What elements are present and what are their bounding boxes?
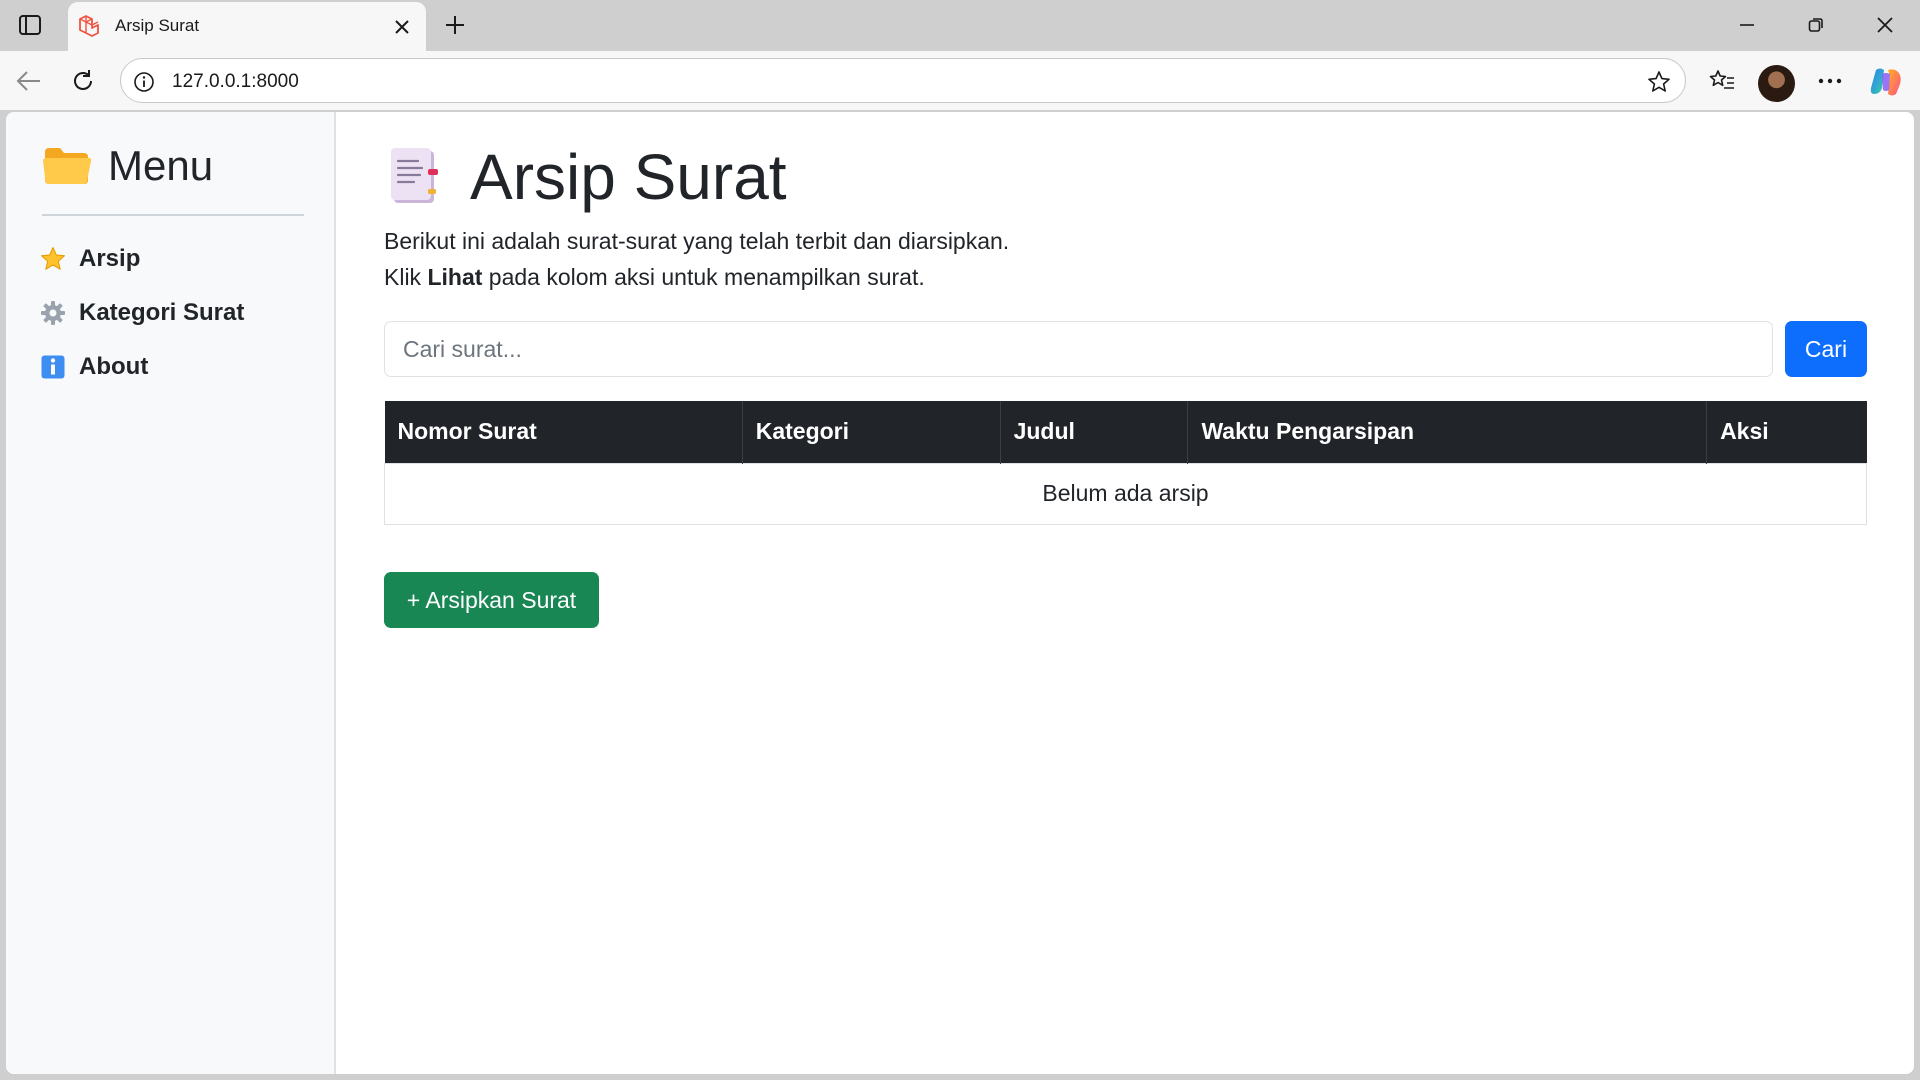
column-header-aksi: Aksi [1706, 401, 1867, 463]
site-info-icon[interactable] [131, 69, 157, 95]
search-input[interactable] [384, 321, 1773, 377]
description-text: pada kolom aksi untuk menampilkan surat. [482, 264, 925, 290]
sidebar-item-about[interactable]: About [39, 353, 148, 381]
sidebar: Menu Arsip Kategori Surat About [6, 112, 336, 1074]
star-icon [39, 245, 67, 273]
browser-toolbar: 127.0.0.1:8000 [0, 51, 1920, 110]
page-title: Arsip Surat [470, 141, 787, 213]
page-title-row: Arsip Surat [384, 140, 787, 214]
address-url: 127.0.0.1:8000 [172, 71, 299, 92]
gear-icon [39, 299, 67, 327]
add-archive-button[interactable]: + Arsipkan Surat [384, 572, 599, 628]
sidebar-header: Menu [42, 142, 213, 190]
archive-table: Nomor Surat Kategori Judul Waktu Pengars… [384, 401, 1867, 525]
description-bold-lihat: Lihat [427, 264, 483, 290]
folder-icon [43, 148, 92, 184]
page-viewport: Menu Arsip Kategori Surat About Arsip Su… [6, 112, 1914, 1074]
tab-close-icon[interactable] [390, 15, 414, 39]
column-header-waktu-pengarsipan: Waktu Pengarsipan [1187, 401, 1708, 463]
main-content: Arsip Surat Berikut ini adalah surat-sur… [384, 112, 1874, 1074]
search-button[interactable]: Cari [1785, 321, 1867, 377]
favorite-star-icon[interactable] [1645, 68, 1673, 96]
sidebar-divider [42, 214, 304, 216]
column-header-nomor-surat: Nomor Surat [384, 401, 743, 463]
description-line-2: Klik Lihat pada kolom aksi untuk menampi… [384, 264, 925, 291]
empty-table-message: Belum ada arsip [384, 462, 1867, 525]
favorites-list-icon[interactable] [1703, 62, 1741, 100]
reload-icon[interactable] [64, 62, 102, 100]
sidebar-item-arsip[interactable]: Arsip [39, 245, 140, 273]
new-tab-plus-icon[interactable] [438, 8, 472, 42]
close-window-icon[interactable] [1862, 8, 1908, 42]
browser-tab-active[interactable]: Arsip Surat [68, 2, 426, 51]
document-icon [391, 148, 438, 203]
description-text: Klik [384, 264, 428, 290]
column-header-judul: Judul [1000, 401, 1189, 463]
table-row: Belum ada arsip [384, 462, 1867, 525]
sidebar-item-label: Kategori Surat [79, 299, 245, 326]
address-bar[interactable]: 127.0.0.1:8000 [120, 58, 1686, 103]
table-header-row: Nomor Surat Kategori Judul Waktu Pengars… [384, 401, 1867, 463]
column-header-kategori: Kategori [742, 401, 1001, 463]
browser-tabstrip: Arsip Surat [0, 0, 1920, 51]
sidebar-item-kategori-surat[interactable]: Kategori Surat [39, 299, 244, 327]
tab-title: Arsip Surat [115, 16, 200, 35]
sidebar-heading: Menu [108, 142, 214, 189]
description-line-1: Berikut ini adalah surat-surat yang tela… [384, 228, 1010, 254]
sidebar-item-label: About [79, 353, 149, 380]
more-options-icon[interactable] [1811, 62, 1849, 100]
restore-icon[interactable] [1793, 8, 1839, 42]
tab-actions-icon[interactable] [14, 10, 46, 40]
copilot-icon[interactable] [1868, 64, 1904, 100]
profile-avatar[interactable] [1758, 65, 1795, 102]
back-arrow-icon[interactable] [10, 62, 48, 100]
sidebar-item-label: Arsip [79, 245, 141, 272]
laravel-favicon-icon [79, 15, 99, 37]
info-icon [39, 353, 67, 381]
minimize-icon[interactable] [1724, 8, 1770, 42]
